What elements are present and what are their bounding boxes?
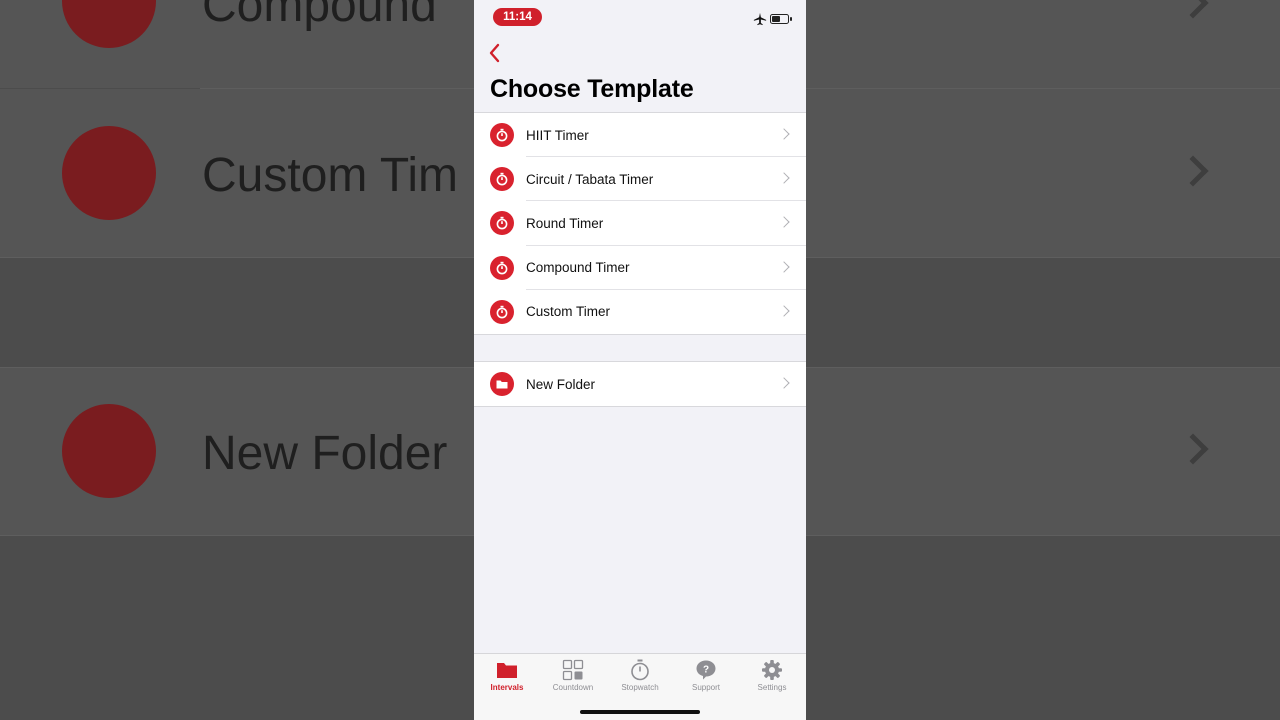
chevron-right-icon <box>778 172 790 184</box>
tab-stopwatch[interactable]: Stopwatch <box>607 654 673 704</box>
template-row-hiit[interactable]: HIIT Timer <box>474 113 806 158</box>
status-time: 11:14 <box>493 8 542 26</box>
template-row-round[interactable]: Round Timer <box>474 201 806 246</box>
tab-label: Stopwatch <box>621 683 659 692</box>
stopwatch-icon <box>490 167 514 192</box>
row-label: Custom Timer <box>526 304 611 320</box>
stopwatch-icon <box>490 211 514 236</box>
row-label: New Folder <box>526 376 596 392</box>
folder-icon <box>497 663 517 678</box>
folder-list: New Folder <box>474 361 806 408</box>
svg-text:?: ? <box>703 665 709 676</box>
bg-stopwatch-icon <box>62 126 156 220</box>
stopwatch-icon <box>490 299 514 324</box>
tab-label: Intervals <box>490 683 524 692</box>
stopwatch-icon <box>631 659 649 681</box>
bg-label: Compound <box>202 0 437 32</box>
chevron-right-icon <box>778 260 790 273</box>
chevron-right-icon <box>778 305 790 317</box>
template-list: HIIT Timer Circuit / Tabata Timer Round … <box>474 112 806 335</box>
row-label: Circuit / Tabata Timer <box>526 171 654 187</box>
chevron-right-icon <box>778 377 790 389</box>
tab-label: Support <box>691 683 721 692</box>
stopwatch-icon <box>490 255 514 280</box>
back-chevron-icon[interactable] <box>482 40 508 66</box>
tab-bar: Intervals Countdown Stopwatch ? Support … <box>474 653 806 720</box>
row-label: Round Timer <box>526 215 604 231</box>
tab-intervals[interactable]: Intervals <box>474 654 540 704</box>
phone-screen: 11:14 Choose Template HIIT Timer Circuit… <box>474 0 806 720</box>
tab-label: Settings <box>757 683 787 692</box>
gear-icon <box>762 660 782 680</box>
bg-label: Custom Tim <box>202 149 459 202</box>
chevron-right-icon <box>778 216 790 229</box>
tab-countdown[interactable]: Countdown <box>540 654 606 704</box>
template-row-custom[interactable]: Custom Timer <box>474 290 806 334</box>
stopwatch-icon <box>490 123 514 147</box>
folder-icon <box>490 372 514 396</box>
chevron-right-icon <box>778 128 790 140</box>
grid-icon <box>562 659 584 681</box>
tab-support[interactable]: ? Support <box>673 654 739 704</box>
airplane-mode-icon <box>753 12 767 26</box>
bg-label: New Folder <box>202 427 448 480</box>
battery-icon <box>770 14 789 24</box>
row-label: HIIT Timer <box>526 127 589 143</box>
home-indicator[interactable] <box>580 710 700 714</box>
bg-folder-icon <box>62 404 156 498</box>
page-title: Choose Template <box>490 75 694 103</box>
row-label: Compound Timer <box>526 260 630 276</box>
battery-cap <box>790 17 792 21</box>
new-folder-row[interactable]: New Folder <box>474 362 806 406</box>
tab-settings[interactable]: Settings <box>739 654 805 704</box>
template-row-compound[interactable]: Compound Timer <box>474 246 806 290</box>
template-row-circuit[interactable]: Circuit / Tabata Timer <box>474 157 806 202</box>
question-bubble-icon: ? <box>696 660 716 680</box>
status-bar: 11:14 <box>474 0 806 36</box>
tab-label: Countdown <box>552 683 594 692</box>
